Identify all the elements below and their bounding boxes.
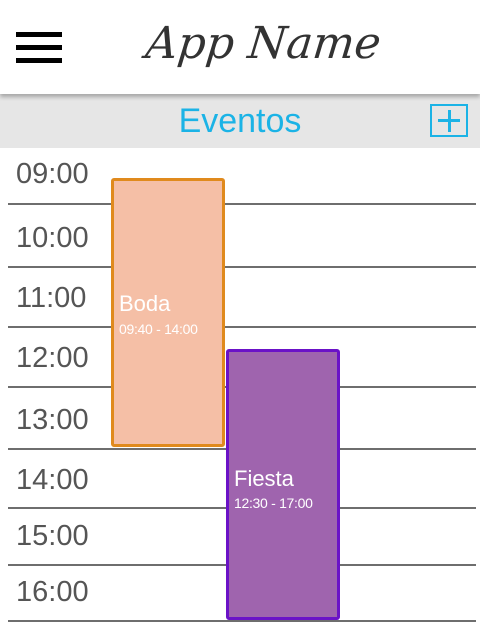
hour-label: 09:00 bbox=[16, 158, 89, 190]
event-card-fiesta[interactable]: Fiesta 12:30 - 17:00 bbox=[226, 349, 340, 620]
hour-label: 11:00 bbox=[16, 282, 87, 314]
menu-bar-bottom bbox=[16, 58, 62, 63]
plus-icon-vertical bbox=[447, 109, 451, 132]
menu-bar-middle bbox=[16, 45, 62, 50]
section-title: Eventos bbox=[178, 102, 302, 140]
hour-label: 12:00 bbox=[16, 342, 89, 374]
section-bar: Eventos bbox=[0, 94, 480, 148]
hour-divider bbox=[8, 620, 476, 622]
event-time: 09:40 - 14:00 bbox=[119, 321, 198, 337]
hour-divider bbox=[8, 266, 476, 268]
hour-label: 15:00 bbox=[16, 520, 89, 552]
hamburger-menu-icon[interactable] bbox=[14, 29, 64, 69]
event-time: 12:30 - 17:00 bbox=[234, 495, 313, 511]
hour-label: 16:00 bbox=[16, 576, 89, 608]
app-header: App Name bbox=[0, 0, 480, 94]
hour-divider bbox=[8, 326, 476, 328]
hour-label: 10:00 bbox=[16, 222, 89, 254]
event-card-boda[interactable]: Boda 09:40 - 14:00 bbox=[111, 178, 225, 447]
menu-bar-top bbox=[16, 32, 62, 37]
event-title: Boda bbox=[119, 291, 171, 316]
hour-label: 13:00 bbox=[16, 404, 89, 436]
add-event-button[interactable] bbox=[430, 104, 468, 137]
hour-label: 14:00 bbox=[16, 464, 89, 496]
event-title: Fiesta bbox=[234, 466, 294, 491]
hour-divider bbox=[8, 203, 476, 205]
app-title: App Name bbox=[143, 18, 384, 69]
